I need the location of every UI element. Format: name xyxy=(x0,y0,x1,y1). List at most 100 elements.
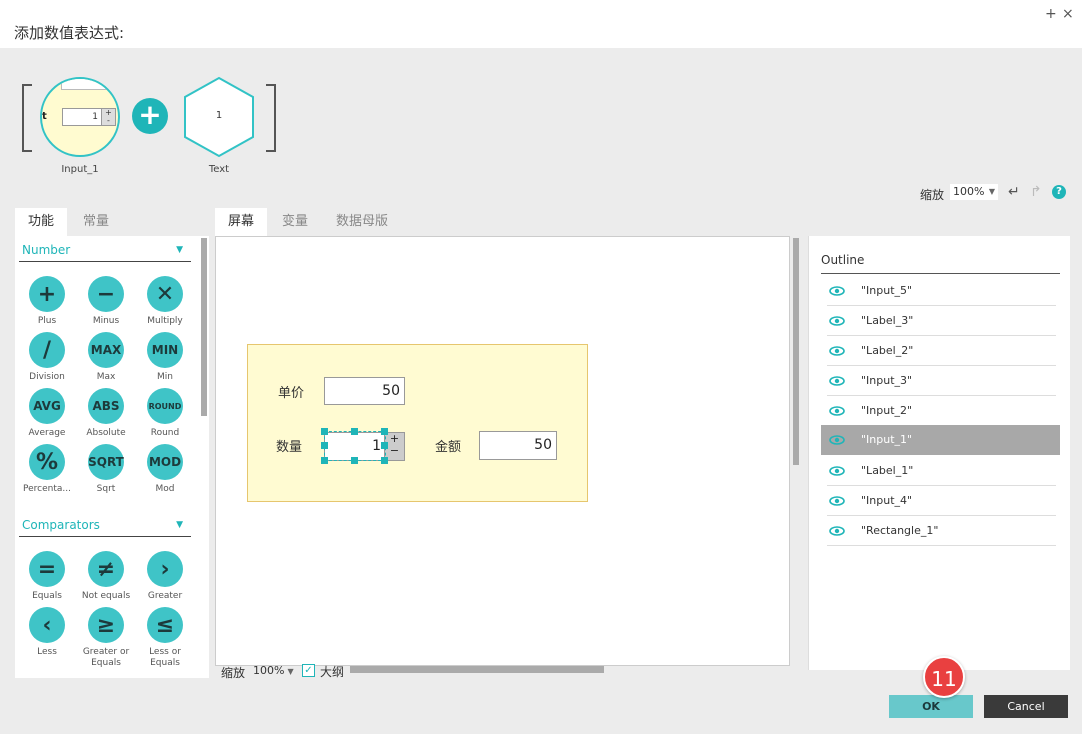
resize-handle[interactable] xyxy=(381,428,388,435)
round-button[interactable]: ROUND Round xyxy=(137,388,193,439)
eye-icon[interactable] xyxy=(829,336,845,366)
canvas-vertical-scrollbar[interactable] xyxy=(793,238,799,465)
multiply-button[interactable]: ✕ Multiply xyxy=(137,276,193,327)
outline-checkbox-label[interactable]: 大纲 xyxy=(320,663,344,680)
eye-icon[interactable] xyxy=(829,425,845,455)
less-icon: ‹ xyxy=(29,607,65,643)
resize-handle[interactable] xyxy=(381,442,388,449)
absolute-button[interactable]: ABS Absolute xyxy=(78,388,134,439)
resize-handle[interactable] xyxy=(351,428,358,435)
outline-item[interactable]: "Input_3" xyxy=(821,366,1060,396)
zoom-label: 缩放 xyxy=(920,188,945,202)
percentage-button[interactable]: % Percenta... xyxy=(19,444,75,495)
division-button[interactable]: / Division xyxy=(19,332,75,383)
less-button[interactable]: ‹ Less xyxy=(19,607,75,658)
canvas-horizontal-scrollbar[interactable] xyxy=(350,666,604,673)
outline-item-selected[interactable]: "Input_1" xyxy=(821,425,1060,455)
canvas-rectangle[interactable] xyxy=(247,344,588,502)
resize-handle[interactable] xyxy=(321,428,328,435)
tab-screen[interactable]: 屏幕 xyxy=(215,208,267,236)
plus-icon: + xyxy=(29,276,65,312)
undo-icon[interactable]: ↵ xyxy=(1008,184,1020,200)
eye-icon[interactable] xyxy=(829,456,845,486)
outline-item[interactable]: "Input_2" xyxy=(821,396,1060,426)
max-button[interactable]: MAX Max xyxy=(78,332,134,383)
button-label: Plus xyxy=(37,316,57,326)
total-input[interactable]: 50 xyxy=(479,431,557,460)
quantity-label[interactable]: 数量 xyxy=(276,436,302,455)
close-icon[interactable]: × xyxy=(1062,6,1074,22)
outline-item[interactable]: "Label_2" xyxy=(821,336,1060,366)
outline-item[interactable]: "Input_4" xyxy=(821,486,1060,516)
right-bracket xyxy=(266,84,276,152)
outline-item-name: "Label_2" xyxy=(861,344,914,357)
eye-icon[interactable] xyxy=(829,366,845,396)
section-header-number[interactable]: Number ▼ xyxy=(19,238,191,262)
outline-item[interactable]: "Rectangle_1" xyxy=(821,516,1060,546)
sqrt-icon: SQRT xyxy=(88,444,124,480)
price-label[interactable]: 单价 xyxy=(278,382,304,401)
minus-button[interactable]: − Minus xyxy=(78,276,134,327)
multiply-icon: ✕ xyxy=(147,276,183,312)
total-label[interactable]: 金额 xyxy=(435,436,461,455)
left-bracket xyxy=(22,84,32,152)
tab-constants[interactable]: 常量 xyxy=(70,208,122,236)
resize-handle[interactable] xyxy=(321,442,328,449)
section-title: Comparators xyxy=(22,518,100,532)
zoom-select[interactable]: 100% ▼ xyxy=(950,184,998,200)
outline-item-name: "Input_2" xyxy=(861,404,913,417)
eye-icon[interactable] xyxy=(829,396,845,426)
greater-or-equals-button[interactable]: ≥ Greater or Equals xyxy=(78,607,134,669)
expression-node-input[interactable]: t 1 + - xyxy=(40,77,120,157)
expand-icon[interactable]: + xyxy=(1045,6,1057,22)
help-icon[interactable]: ? xyxy=(1052,185,1066,199)
mod-button[interactable]: MOD Mod xyxy=(137,444,193,495)
round-icon: ROUND xyxy=(147,388,183,424)
expression-node-label: Text xyxy=(208,164,230,175)
outline-item[interactable]: "Label_1" xyxy=(821,456,1060,486)
button-label: Greater xyxy=(147,591,183,601)
ok-button[interactable]: OK xyxy=(889,695,973,718)
outline-divider xyxy=(821,273,1060,274)
outline-checkbox[interactable]: ✓ xyxy=(302,664,315,677)
less-or-equals-button[interactable]: ≤ Less or Equals xyxy=(137,607,193,669)
operator-plus-icon[interactable]: + xyxy=(132,98,168,134)
price-input[interactable]: 50 xyxy=(324,377,405,405)
average-button[interactable]: AVG Average xyxy=(19,388,75,439)
eye-icon[interactable] xyxy=(829,516,845,546)
not-equals-button[interactable]: ≠ Not equals xyxy=(78,551,134,602)
input-preview-stepper: + - xyxy=(101,108,116,126)
eye-icon[interactable] xyxy=(829,276,845,306)
eye-icon[interactable] xyxy=(829,306,845,336)
less-or-equals-icon: ≤ xyxy=(147,607,183,643)
greater-icon: › xyxy=(147,551,183,587)
tab-functions[interactable]: 功能 xyxy=(15,208,67,236)
cancel-button[interactable]: Cancel xyxy=(984,695,1068,718)
sqrt-button[interactable]: SQRT Sqrt xyxy=(78,444,134,495)
plus-button[interactable]: + Plus xyxy=(19,276,75,327)
zoom-value: 100% xyxy=(953,185,985,198)
button-label: Less or Equals xyxy=(149,647,181,668)
function-panel-scrollbar[interactable] xyxy=(201,238,207,416)
resize-handle[interactable] xyxy=(351,457,358,464)
outline-item[interactable]: "Input_5" xyxy=(821,276,1060,306)
eye-icon[interactable] xyxy=(829,486,845,516)
section-header-comparators[interactable]: Comparators ▼ xyxy=(19,513,191,537)
greater-button[interactable]: › Greater xyxy=(137,551,193,602)
redo-icon[interactable]: ↱ xyxy=(1030,184,1042,200)
equals-button[interactable]: = Equals xyxy=(19,551,75,602)
min-button[interactable]: MIN Min xyxy=(137,332,193,383)
button-label: Equals xyxy=(32,591,62,601)
outline-title: Outline xyxy=(821,253,865,267)
outline-item-name: "Input_5" xyxy=(861,284,913,297)
button-label: Sqrt xyxy=(96,484,116,494)
resize-handle[interactable] xyxy=(381,457,388,464)
tab-data-master[interactable]: 数据母版 xyxy=(326,208,398,236)
canvas-zoom-select[interactable]: 100% ▼ xyxy=(253,664,294,677)
button-label: Round xyxy=(150,428,180,438)
tab-variables[interactable]: 变量 xyxy=(268,208,322,236)
outline-item[interactable]: "Label_3" xyxy=(821,306,1060,336)
resize-handle[interactable] xyxy=(321,457,328,464)
mod-icon: MOD xyxy=(147,444,183,480)
button-label: Less xyxy=(37,647,57,657)
